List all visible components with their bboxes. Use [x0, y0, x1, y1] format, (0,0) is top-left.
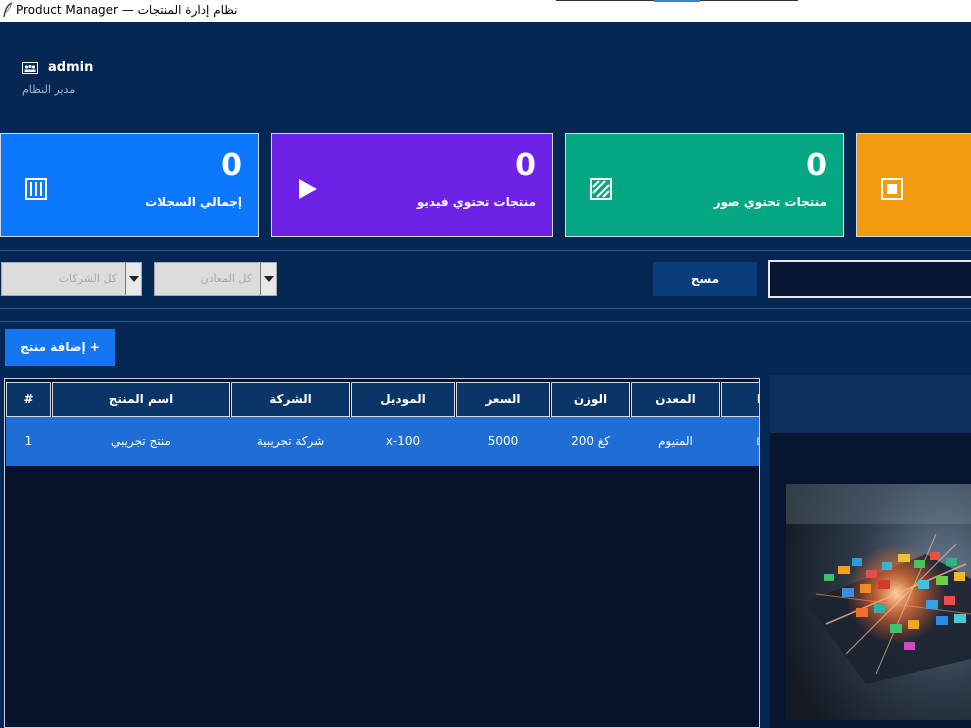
cell-price: 5000	[487, 434, 519, 448]
cell-number: 1	[24, 434, 33, 448]
table-header: # اسم المنتج الشركة الموديل السعر الوزن …	[6, 382, 759, 417]
header: admin مدير النظام	[0, 22, 971, 132]
stat-value: 0	[515, 148, 536, 183]
image-icon	[590, 178, 612, 200]
products-table: # اسم المنتج الشركة الموديل السعر الوزن …	[4, 378, 760, 728]
cell-weight: 200 كغ	[571, 434, 610, 448]
preview-header	[770, 375, 971, 433]
separator	[0, 250, 971, 251]
metal-filter-select[interactable]: كل المعادن	[154, 262, 277, 296]
add-product-button[interactable]: إضافة منتج +	[5, 329, 115, 366]
title-bar: Product Manager — نظام إدارة المنتجات	[0, 0, 971, 22]
column-header-number[interactable]: #	[6, 382, 51, 417]
user-name: admin	[48, 60, 94, 75]
stat-card-video: 0 منتجات تحتوي فيديو	[271, 133, 553, 237]
separator	[0, 308, 971, 309]
stat-label: منتجات تحتوي فيديو	[416, 195, 536, 209]
clear-button[interactable]: مسح	[653, 262, 757, 296]
media-icon: ▧	[721, 417, 759, 466]
users-icon	[22, 61, 38, 74]
column-header-media[interactable]: ا	[721, 382, 759, 417]
column-header-company[interactable]: الشركة	[231, 382, 350, 417]
cell-company: شركة تجريبية	[256, 434, 325, 448]
column-header-model[interactable]: الموديل	[351, 382, 455, 417]
product-preview-image	[786, 484, 971, 720]
table-row[interactable]: 1 منتج تجريبي شركة تجريبية x-100 5000 20…	[6, 417, 759, 466]
stat-card-total: 0 إجمالي السجلات	[0, 133, 259, 237]
window-title: Product Manager — نظام إدارة المنتجات	[16, 3, 238, 17]
barcode-icon	[25, 178, 47, 200]
stat-card-images: 0 منتجات تحتوي صور	[565, 133, 844, 237]
feather-icon	[3, 2, 13, 18]
company-filter-select[interactable]: كل الشركات	[1, 262, 142, 296]
user-info: admin	[22, 60, 93, 75]
title-accent	[654, 0, 700, 2]
cell-metal: المنيوم	[658, 434, 693, 448]
cell-name: منتج تجريبي	[111, 434, 171, 448]
column-header-weight[interactable]: الوزن	[551, 382, 630, 417]
user-role: مدير النظام	[22, 83, 76, 96]
play-icon	[299, 179, 317, 199]
column-header-price[interactable]: السعر	[456, 382, 550, 417]
company-filter-value: كل الشركات	[58, 272, 117, 285]
stat-label: منتجات تحتوي صور	[713, 195, 827, 209]
metal-filter-value: كل المعادن	[200, 272, 252, 285]
stat-value: 0	[221, 148, 242, 183]
square-icon	[881, 178, 903, 200]
stat-value: 0	[806, 148, 827, 183]
column-header-metal[interactable]: المعدن	[631, 382, 720, 417]
column-header-name[interactable]: اسم المنتج	[52, 382, 230, 417]
chevron-down-icon[interactable]	[260, 263, 276, 295]
stat-card-other	[856, 133, 971, 237]
search-input[interactable]	[768, 260, 971, 298]
chevron-down-icon[interactable]	[125, 263, 141, 295]
preview-panel	[770, 375, 971, 728]
cell-model: x-100	[385, 434, 421, 448]
stat-label: إجمالي السجلات	[145, 195, 242, 209]
separator	[0, 321, 971, 322]
